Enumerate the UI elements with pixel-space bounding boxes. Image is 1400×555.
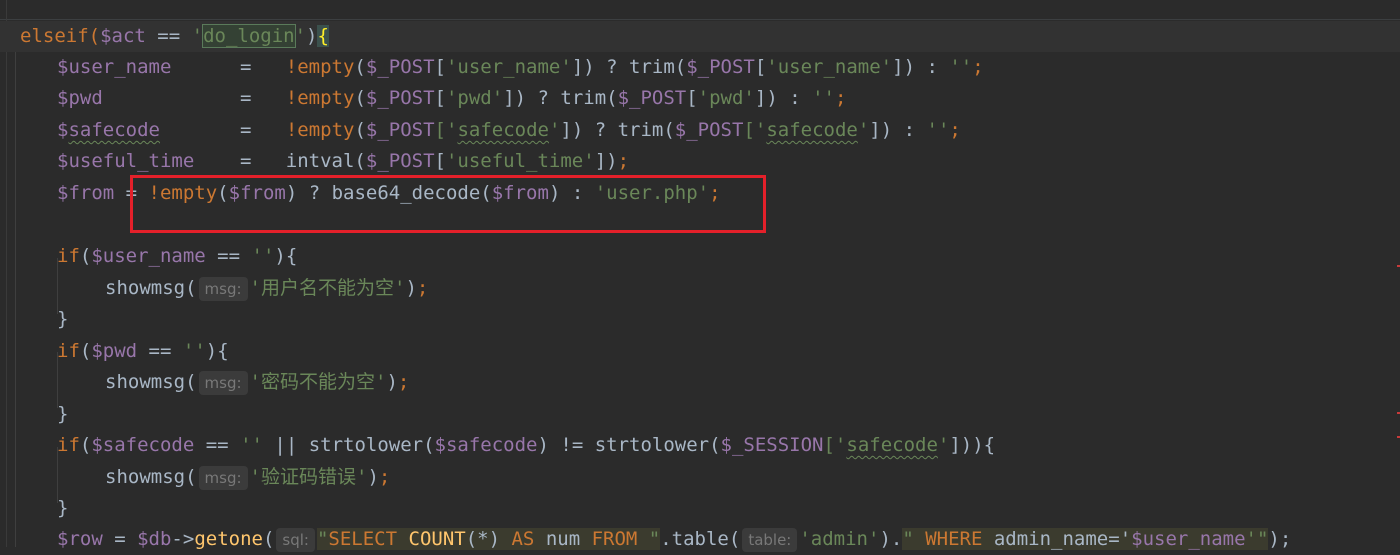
code-line[interactable]: showmsg(msg: '验证码错误'); [0,462,390,493]
code-line[interactable]: $safecode = !empty($_POST['safecode']) ?… [0,115,961,146]
code-line[interactable]: $pwd = !empty($_POST['pwd']) ? trim($_PO… [0,83,846,114]
code-line[interactable]: elseif($act == 'do_login'){ [0,21,329,52]
code-line[interactable]: $user_name = !empty($_POST['user_name'])… [0,52,984,83]
code-line[interactable]: $row = $db->getone(sql: "SELECT COUNT(*) … [0,524,1291,555]
code-line[interactable]: if($pwd == ''){ [0,336,229,367]
code-line[interactable]: if($user_name == ''){ [0,241,297,272]
code-line[interactable]: } [0,304,68,335]
parameter-hint: msg: [198,370,248,395]
parameter-hint: sql: [276,527,315,552]
code-line[interactable]: } [0,493,68,524]
code-line[interactable]: } [0,399,68,430]
highlight-annotation-box [130,175,766,233]
code-line[interactable]: if($safecode == '' || strtolower($safeco… [0,430,995,461]
parameter-hint: msg: [198,276,248,301]
code-line[interactable]: showmsg(msg: '密码不能为空'); [0,367,409,398]
editor-top-strip [0,0,1400,20]
editor-top-border [0,19,1400,20]
code-line[interactable]: showmsg(msg: '用户名不能为空'); [0,273,428,304]
parameter-hint: msg: [198,465,248,490]
parameter-hint: table: [742,527,798,552]
code-line[interactable]: $useful_time = intval($_POST['useful_tim… [0,146,629,177]
